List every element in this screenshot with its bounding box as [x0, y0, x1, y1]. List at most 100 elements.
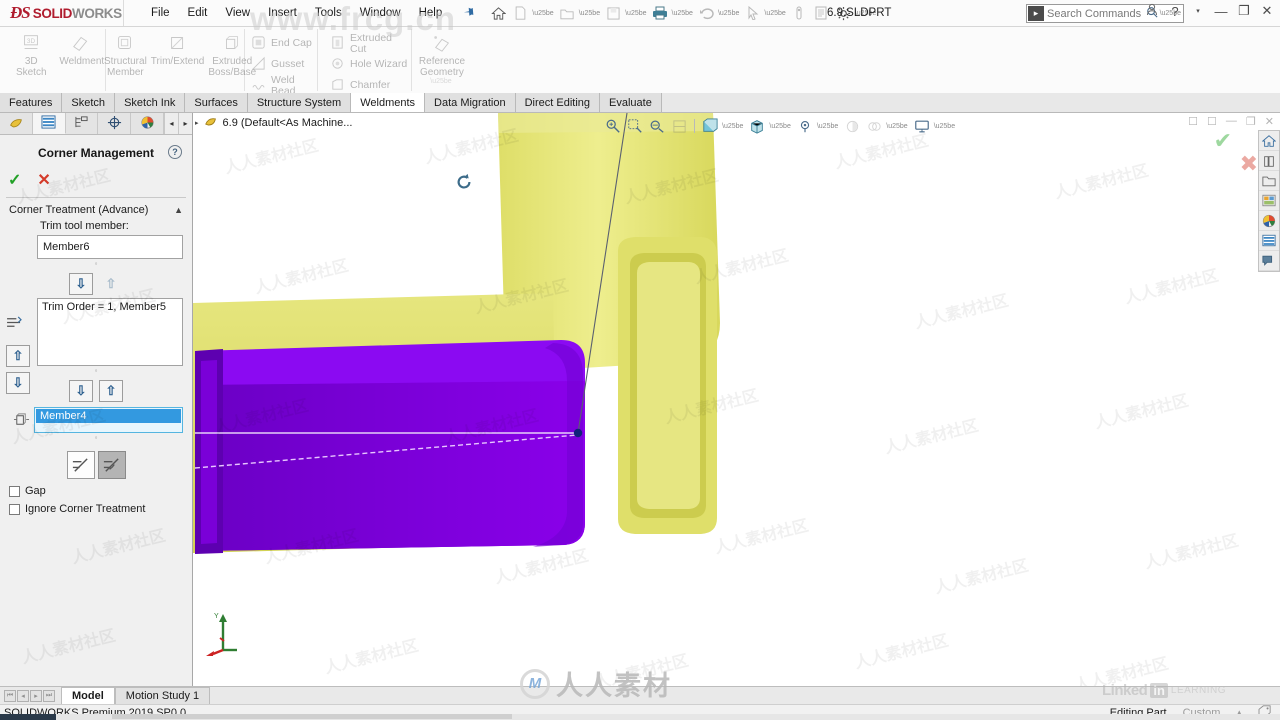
ignore-corner-treatment-row[interactable]: Ignore Corner Treatment — [0, 497, 192, 515]
last-study-button[interactable]: ⏭ — [43, 690, 55, 702]
reference-geometry-command[interactable]: Reference Geometry \u25be — [413, 29, 471, 91]
trim-order-move-down-button[interactable]: ⇩ — [6, 372, 30, 394]
restore-doc-button[interactable]: ❐ — [1246, 115, 1256, 128]
scene-caret[interactable]: \u25be — [886, 123, 907, 130]
solidworks-forum-icon[interactable] — [1259, 251, 1279, 271]
hide-show-caret[interactable]: \u25be — [817, 123, 838, 130]
selected-vertex[interactable] — [573, 428, 583, 438]
minimize-doc-button[interactable]: — — [1226, 115, 1237, 128]
member-move-up-button[interactable]: ⇧ — [99, 380, 123, 402]
corner-treatment-section-header[interactable]: Corner Treatment (Advance) ▲ — [0, 198, 192, 220]
close-doc-button[interactable]: ✕ — [1265, 115, 1274, 128]
tab-direct-editing[interactable]: Direct Editing — [515, 93, 600, 112]
end-cap-command[interactable]: End Cap — [251, 33, 317, 54]
scrollbar-track-segment[interactable] — [112, 714, 512, 719]
appearances-scenes-icon[interactable] — [1259, 211, 1279, 231]
tab-weldments[interactable]: Weldments — [351, 93, 426, 112]
help-icon[interactable]: ? — [168, 145, 182, 159]
display-style-icon[interactable] — [747, 116, 767, 136]
apply-scene-icon[interactable] — [864, 116, 884, 136]
ignore-corner-treatment-checkbox[interactable] — [9, 503, 20, 515]
print-caret[interactable]: \u25be — [672, 10, 693, 17]
3d-model-canvas[interactable] — [193, 113, 1280, 686]
list-item[interactable]: Member4 — [36, 409, 181, 423]
zoom-to-area-icon[interactable] — [625, 116, 645, 136]
rotate-view-icon[interactable] — [455, 173, 473, 196]
zoom-to-fit-icon[interactable] — [603, 116, 623, 136]
next-study-button[interactable]: ▸ — [30, 690, 42, 702]
file-explorer-icon[interactable] — [1259, 171, 1279, 191]
trim-order-list[interactable]: Trim Order = 1, Member5 — [37, 298, 183, 366]
resize-handle[interactable]: ◦ — [0, 434, 192, 442]
chevron-up-icon[interactable]: ▲ — [174, 205, 183, 215]
help-caret-icon[interactable]: ▾ — [1191, 7, 1205, 15]
new-document-icon[interactable] — [510, 3, 531, 24]
property-manager-tab[interactable] — [32, 113, 66, 134]
view-settings-caret[interactable]: \u25be — [934, 123, 955, 130]
print-icon[interactable] — [650, 3, 671, 24]
restore-doc-right-button[interactable]: ☐ — [1207, 115, 1217, 128]
resize-handle[interactable]: ◦ — [0, 260, 192, 268]
3d-sketch-command[interactable]: 3D 3D Sketch — [8, 29, 55, 91]
tab-data-migration[interactable]: Data Migration — [425, 93, 516, 112]
tab-sketch-ink[interactable]: Sketch Ink — [115, 93, 186, 112]
trim-tool-member-field[interactable]: Member6 — [37, 235, 183, 259]
menu-tools[interactable]: Tools — [306, 4, 351, 22]
select-arrow-icon[interactable] — [742, 3, 763, 24]
configuration-manager-tab[interactable] — [65, 113, 99, 134]
feature-manager-tab[interactable] — [0, 113, 33, 134]
open-caret[interactable]: \u25be — [579, 10, 600, 17]
menu-edit[interactable]: Edit — [179, 4, 217, 22]
previous-view-icon[interactable] — [647, 116, 667, 136]
dimxpert-manager-tab[interactable] — [98, 113, 132, 134]
minimize-button[interactable]: — — [1214, 4, 1228, 19]
gusset-command[interactable]: Gusset — [251, 54, 317, 75]
extruded-cut-command[interactable]: Extruded Cut — [330, 32, 411, 54]
tab-sketch[interactable]: Sketch — [62, 93, 116, 112]
search-input[interactable]: Search Commands — [1047, 8, 1146, 20]
design-library-icon[interactable] — [1259, 151, 1279, 171]
manager-tab-next[interactable]: ▸ — [178, 113, 192, 134]
rebuild-icon[interactable] — [789, 3, 810, 24]
save-icon[interactable] — [603, 3, 624, 24]
confirm-corner-overlay-button[interactable]: ✔ — [1214, 128, 1232, 154]
trim-extend-command[interactable]: Trim/Extend — [151, 29, 204, 91]
tab-structure-system[interactable]: Structure System — [247, 93, 352, 112]
section-view-icon[interactable] — [669, 116, 689, 136]
gap-checkbox[interactable] — [9, 485, 20, 497]
view-orientation-caret[interactable]: \u25be — [722, 123, 743, 130]
tab-evaluate[interactable]: Evaluate — [600, 93, 662, 112]
help-button[interactable]: ? — [1168, 4, 1182, 19]
structural-member-command[interactable]: Structural Member — [104, 29, 147, 91]
tab-surfaces[interactable]: Surfaces — [185, 93, 248, 112]
hole-wizard-command[interactable]: Hole Wizard — [330, 54, 411, 75]
view-orientation-icon[interactable] — [700, 116, 720, 136]
edit-appearance-icon[interactable] — [842, 116, 862, 136]
list-item[interactable]: Trim Order = 1, Member5 — [42, 301, 182, 313]
menu-file[interactable]: File — [142, 4, 179, 22]
tab-motion-study-1[interactable]: Motion Study 1 — [114, 687, 211, 704]
view-settings-icon[interactable] — [912, 116, 932, 136]
solidworks-resources-icon[interactable] — [1259, 131, 1279, 151]
accept-button[interactable]: ✓ — [8, 170, 21, 190]
feature-tree-root-label[interactable]: 6.9 (Default<As Machine... — [223, 117, 353, 129]
close-button[interactable]: ✕ — [1260, 3, 1274, 19]
manager-tab-prev[interactable]: ◂ — [164, 113, 178, 134]
cancel-button[interactable]: ✕ — [37, 170, 50, 190]
prev-study-button[interactable]: ◂ — [17, 690, 29, 702]
gap-checkbox-row[interactable]: Gap — [0, 479, 192, 497]
trim-tool-move-up-button[interactable]: ⇧ — [99, 273, 123, 295]
menu-window[interactable]: Window — [351, 4, 410, 22]
menu-view[interactable]: View — [216, 4, 259, 22]
select-caret[interactable]: \u25be — [764, 10, 785, 17]
tab-model[interactable]: Model — [61, 687, 115, 704]
custom-properties-icon[interactable] — [1259, 231, 1279, 251]
first-study-button[interactable]: ⏮ — [4, 690, 16, 702]
new-document-caret[interactable]: \u25be — [532, 10, 553, 17]
open-folder-icon[interactable] — [557, 3, 578, 24]
tree-expand-icon[interactable]: ▸ — [195, 119, 199, 127]
home-icon[interactable] — [488, 3, 509, 24]
display-style-caret[interactable]: \u25be — [769, 123, 790, 130]
scrollbar-thumb[interactable] — [0, 714, 56, 720]
save-caret[interactable]: \u25be — [625, 10, 646, 17]
